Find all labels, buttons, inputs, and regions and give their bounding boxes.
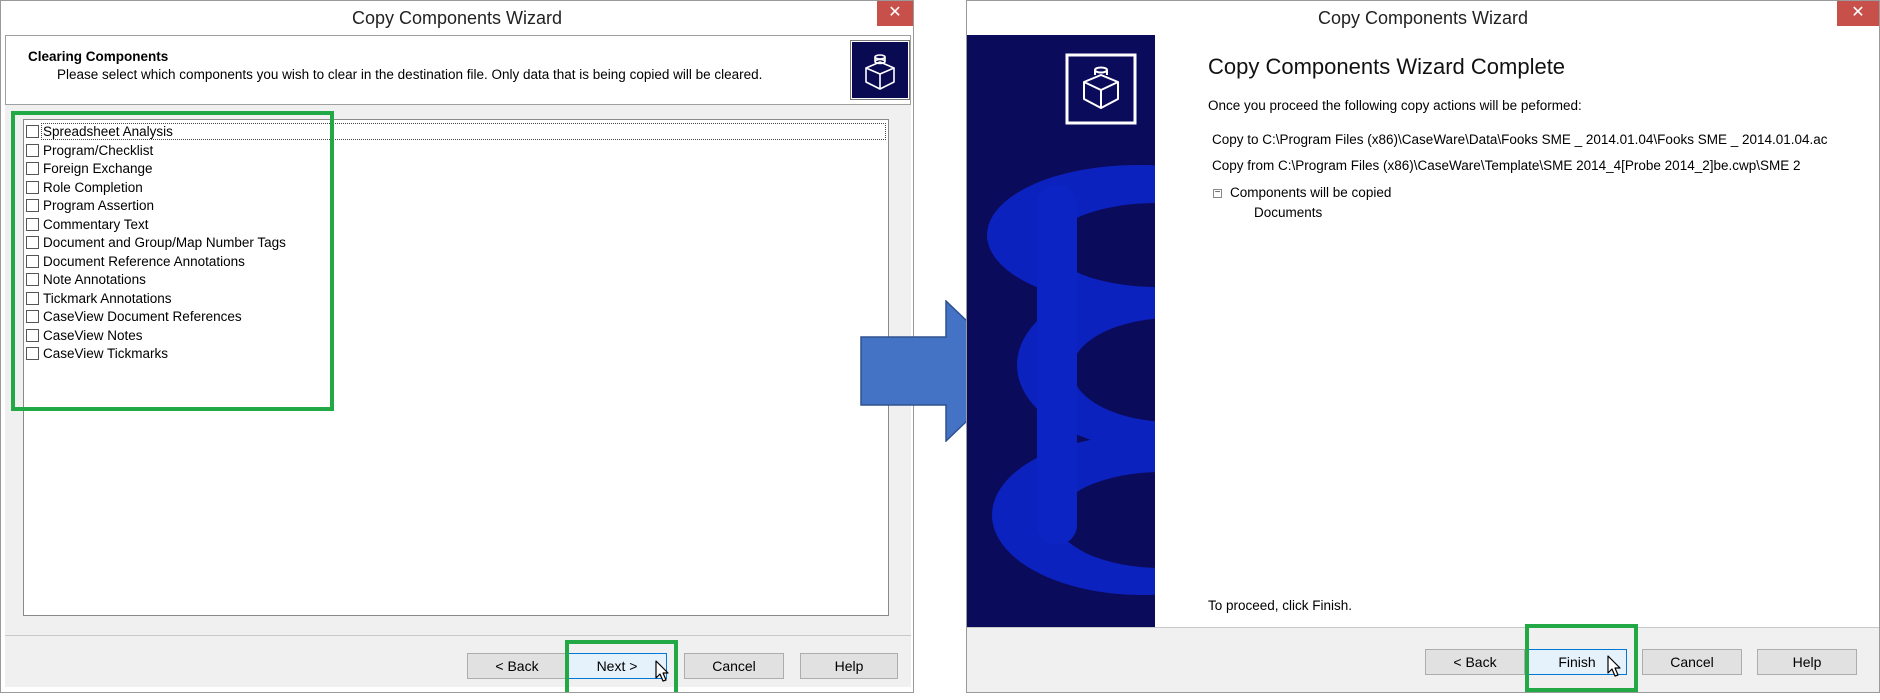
cursor-icon [1607,655,1621,677]
proceed-text: To proceed, click Finish. [1208,598,1353,613]
clearing-components-dialog: Copy Components Wizard ✕ Clearing Compon… [0,0,914,693]
title-bar[interactable]: Copy Components Wizard ✕ [1,1,913,35]
intro-text: Once you proceed the following copy acti… [1208,98,1582,113]
cancel-button[interactable]: Cancel [1642,649,1742,675]
tree-node[interactable]: − Components will be copied [1213,185,1391,200]
window-title: Copy Components Wizard [351,8,563,28]
content-area [1155,35,1877,627]
window-title: Copy Components Wizard [1317,8,1529,28]
close-icon: ✕ [888,4,902,21]
wizard-logo-icon [851,41,909,99]
back-button[interactable]: < Back [1425,649,1525,675]
close-button[interactable]: ✕ [877,1,913,26]
back-button[interactable]: < Back [467,653,567,679]
close-icon: ✕ [1851,4,1865,21]
list-highlight-box [11,111,334,411]
cancel-button[interactable]: Cancel [684,653,784,679]
collapse-icon[interactable]: − [1213,187,1222,198]
tree-child[interactable]: Documents [1254,205,1322,220]
page-title: Clearing Components [28,49,169,64]
wizard-side-banner [967,35,1155,627]
tree-node-label: Components will be copied [1230,185,1392,200]
page-subtitle: Please select which components you wish … [57,67,763,82]
help-button[interactable]: Help [800,653,898,679]
cursor-icon [655,660,669,682]
page-title: Copy Components Wizard Complete [1208,54,1566,79]
close-button[interactable]: ✕ [1837,1,1879,26]
wizard-complete-dialog: Copy Components Wizard ✕ Copy Components… [966,0,1880,693]
title-bar[interactable]: Copy Components Wizard ✕ [967,1,1879,35]
copy-to-path: Copy to C:\Program Files (x86)\CaseWare\… [1212,132,1828,147]
button-bar [967,627,1879,692]
help-button[interactable]: Help [1757,649,1857,675]
copy-from-path: Copy from C:\Program Files (x86)\CaseWar… [1212,158,1800,173]
